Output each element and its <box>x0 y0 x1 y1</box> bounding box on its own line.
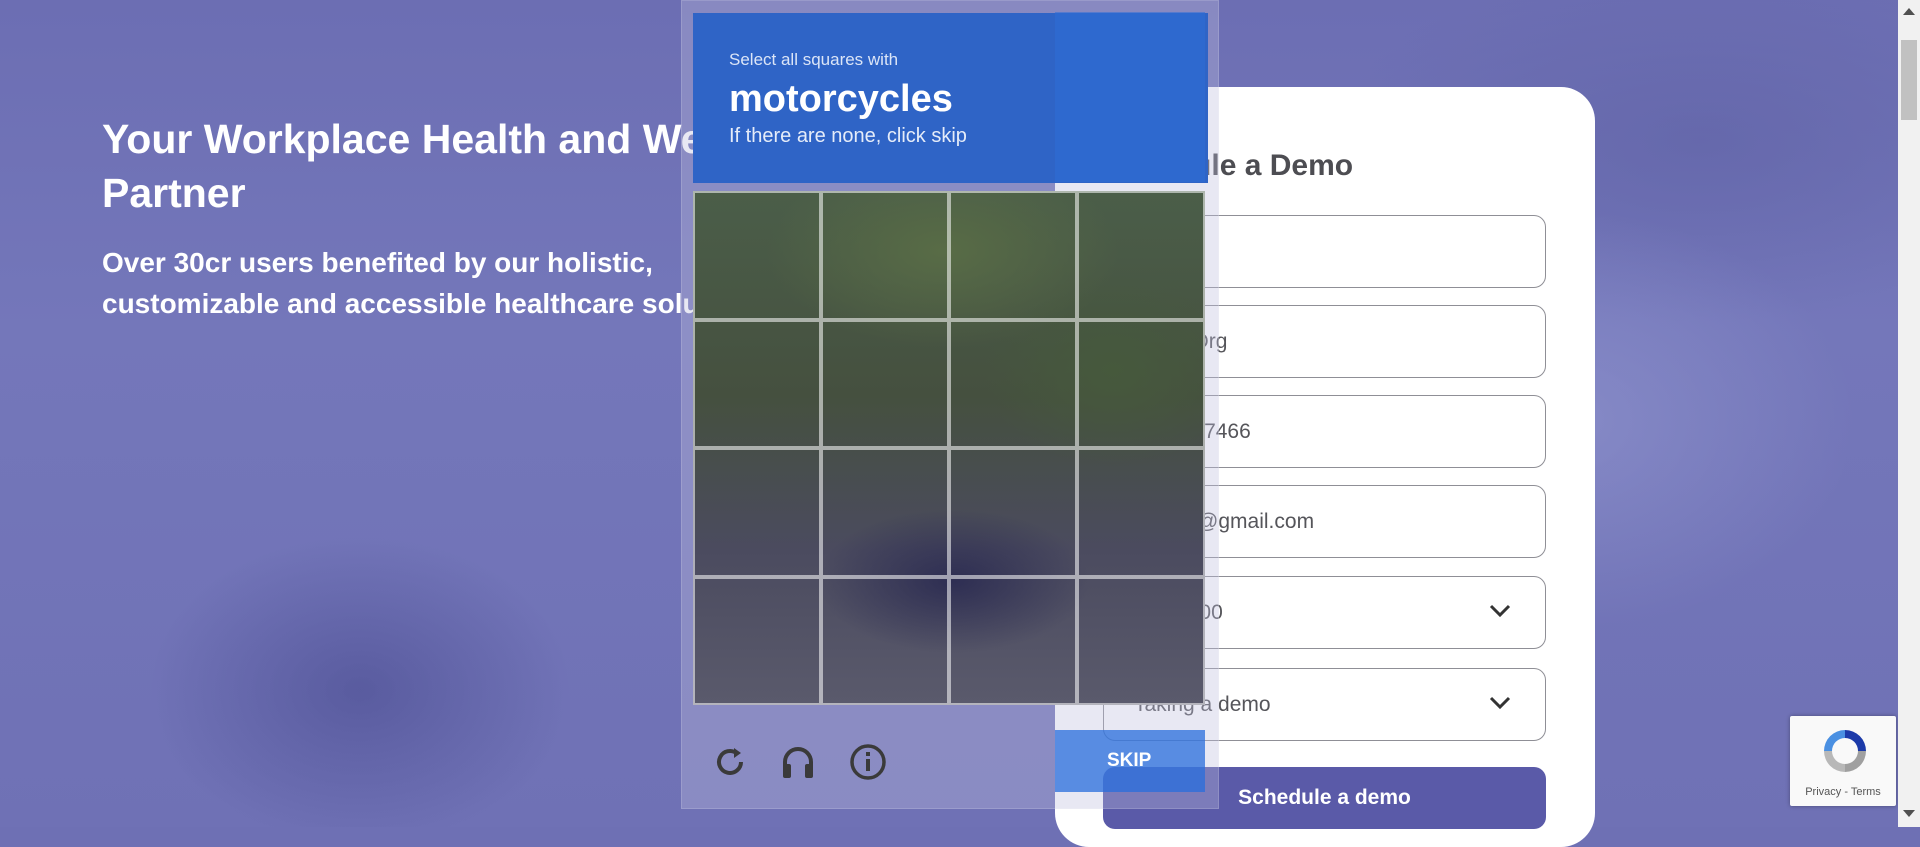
privacy-link[interactable]: Privacy <box>1805 786 1841 798</box>
captcha-tile[interactable] <box>821 448 949 577</box>
captcha-tile[interactable] <box>821 576 949 705</box>
headphones-icon[interactable] <box>778 742 818 782</box>
captcha-tile[interactable] <box>949 191 1077 320</box>
link-separator: - <box>1841 786 1851 798</box>
captcha-image-grid <box>693 191 1205 705</box>
page-scrollbar[interactable] <box>1898 0 1920 827</box>
recaptcha-logo-icon <box>1824 730 1866 772</box>
captcha-target: motorcycles <box>729 78 953 120</box>
captcha-tile[interactable] <box>949 319 1077 448</box>
scroll-down-icon[interactable] <box>1903 810 1915 817</box>
captcha-tile[interactable] <box>693 576 821 705</box>
recaptcha-badge[interactable]: Privacy - Terms <box>1790 716 1896 806</box>
captcha-tile[interactable] <box>1077 576 1205 705</box>
captcha-tile[interactable] <box>821 191 949 320</box>
info-icon[interactable] <box>848 742 888 782</box>
scroll-up-icon[interactable] <box>1903 8 1915 15</box>
captcha-instruction: Select all squares with <box>729 50 899 69</box>
captcha-tile[interactable] <box>693 191 821 320</box>
chevron-down-icon <box>1489 696 1511 710</box>
captcha-tile[interactable] <box>949 448 1077 577</box>
chevron-down-icon <box>1489 604 1511 618</box>
captcha-tile[interactable] <box>1077 319 1205 448</box>
captcha-tile[interactable] <box>693 448 821 577</box>
scrollbar-thumb[interactable] <box>1901 40 1917 120</box>
terms-link[interactable]: Terms <box>1851 786 1881 798</box>
captcha-tile[interactable] <box>821 319 949 448</box>
recaptcha-links: Privacy - Terms <box>1790 786 1896 798</box>
captcha-header-overlap <box>1055 12 1205 182</box>
captcha-tile[interactable] <box>1077 448 1205 577</box>
skip-button[interactable]: SKIP <box>1055 730 1205 792</box>
captcha-tile[interactable] <box>949 576 1077 705</box>
reload-icon[interactable] <box>710 742 750 782</box>
captcha-hint: If there are none, click skip <box>729 125 967 147</box>
captcha-tile[interactable] <box>693 319 821 448</box>
captcha-tile[interactable] <box>1077 191 1205 320</box>
